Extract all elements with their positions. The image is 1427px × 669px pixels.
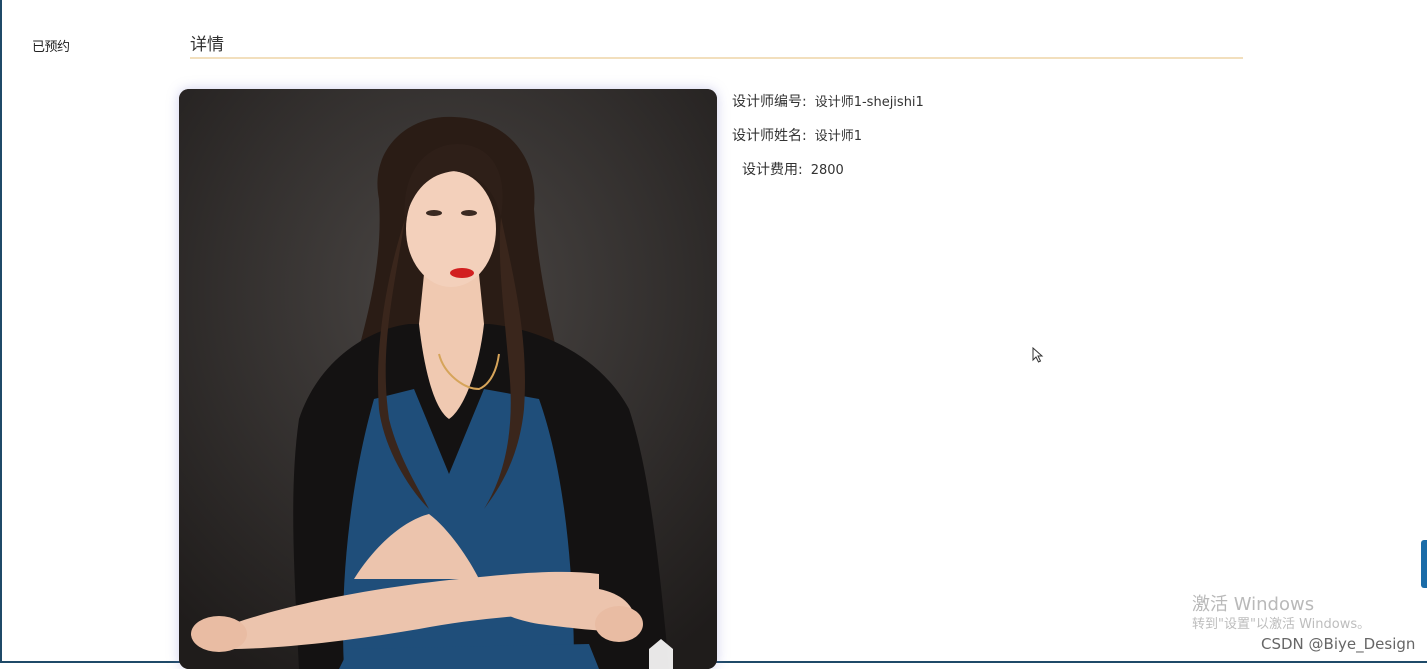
designer-photo	[179, 89, 717, 669]
csdn-credit: CSDN @Biye_Design	[1261, 635, 1416, 653]
design-fee-row: 设计费用: 2800	[742, 159, 844, 179]
portrait-image	[179, 89, 717, 669]
designer-name-row: 设计师姓名: 设计师1	[732, 125, 862, 145]
windows-activation-subtitle: 转到"设置"以激活 Windows。	[1192, 617, 1371, 632]
sidebar-label[interactable]: 已预约	[32, 36, 70, 55]
designer-name-value: 设计师1	[814, 129, 862, 144]
designer-name-label: 设计师姓名:	[732, 128, 807, 144]
title-divider	[190, 57, 1243, 59]
mouse-cursor-icon	[1032, 346, 1044, 367]
designer-id-value: 设计师1-shejishi1	[814, 95, 924, 110]
designer-id-label: 设计师编号:	[732, 94, 807, 110]
design-fee-value: 2800	[810, 163, 844, 178]
section-title: 详情	[190, 35, 224, 55]
design-fee-label: 设计费用:	[742, 162, 803, 178]
designer-id-row: 设计师编号: 设计师1-shejishi1	[732, 91, 924, 111]
scroll-handle[interactable]	[1421, 540, 1427, 588]
